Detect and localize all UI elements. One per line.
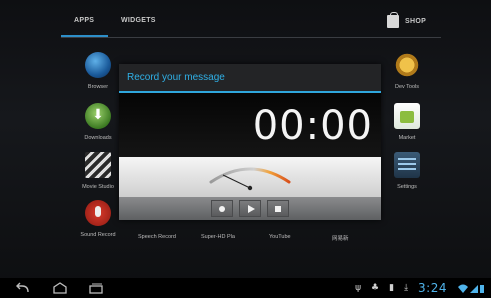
app-speech-recorder[interactable]: Speech Record [138, 234, 176, 240]
back-icon[interactable] [14, 282, 30, 294]
app-movie-studio[interactable]: Movie Studio [73, 152, 123, 190]
app-downloads[interactable]: Downloads [73, 103, 123, 141]
app-label: Browser [87, 84, 109, 90]
download-icon: ⤓ [404, 283, 409, 293]
app-browser[interactable]: Browser [73, 52, 123, 90]
recent-apps-icon[interactable] [88, 282, 104, 294]
home-icon[interactable] [52, 282, 68, 294]
microphone-icon [85, 200, 111, 226]
app-label: Sound Record [80, 232, 116, 238]
shop-label: SHOP [405, 17, 427, 25]
status-tray[interactable]: ψ ♣ ▮ ⤓ 3:24 [355, 281, 485, 295]
app-netease-news[interactable]: 网易新 [332, 234, 349, 242]
app-sound-recorder[interactable]: Sound Record [73, 200, 123, 238]
app-label: Downloads [84, 135, 112, 141]
app-label: Settings [397, 184, 417, 190]
tab-apps[interactable]: APPS [74, 17, 94, 24]
status-clock: 3:24 [418, 281, 447, 295]
record-dialog: Record your message 00:00 [119, 64, 381, 220]
stop-button[interactable] [267, 200, 289, 217]
gear-icon [394, 52, 420, 78]
tabbar-divider [61, 37, 441, 38]
vu-meter-gauge-icon [209, 167, 291, 191]
play-icon [247, 204, 255, 213]
elapsed-timer: 00:00 [252, 103, 373, 149]
dialog-title: Record your message [127, 72, 225, 83]
clapperboard-icon [85, 152, 111, 178]
system-bar: ψ ♣ ▮ ⤓ 3:24 [0, 278, 491, 298]
app-drawer-tabbar: APPS WIDGETS SHOP [0, 0, 491, 40]
play-button[interactable] [239, 200, 261, 217]
wifi-icon [458, 284, 484, 293]
app-label: Movie Studio [82, 184, 114, 190]
app-label: Market [398, 135, 416, 141]
usb-icon: ψ [355, 283, 362, 293]
app-drawer-screen: APPS WIDGETS SHOP Browser Downloads Movi… [0, 0, 491, 298]
dialog-header: Record your message [119, 64, 381, 92]
download-arrow-icon [85, 103, 111, 129]
market-bag-icon [394, 103, 420, 129]
record-icon [219, 205, 225, 212]
shopping-bag-icon [387, 11, 399, 28]
app-super-hd-player[interactable]: Super-HD Pla [201, 234, 235, 240]
tab-widgets[interactable]: WIDGETS [121, 17, 156, 24]
app-youtube[interactable]: YouTube [269, 234, 291, 240]
app-label: Dev Tools [394, 84, 420, 90]
app-settings[interactable]: Settings [382, 152, 432, 190]
globe-icon [85, 52, 111, 78]
record-button[interactable] [211, 200, 233, 217]
android-debug-icon: ♣ [371, 283, 380, 293]
app-market[interactable]: Market [382, 103, 432, 141]
stop-icon [275, 205, 281, 212]
sliders-icon [394, 152, 420, 178]
sd-card-icon: ▮ [389, 283, 395, 293]
app-dev-tools[interactable]: Dev Tools [382, 52, 432, 90]
shop-button[interactable]: SHOP [387, 11, 427, 29]
recorder-controls [119, 197, 381, 220]
timer-panel: 00:00 [119, 93, 381, 157]
vu-meter [119, 157, 381, 197]
